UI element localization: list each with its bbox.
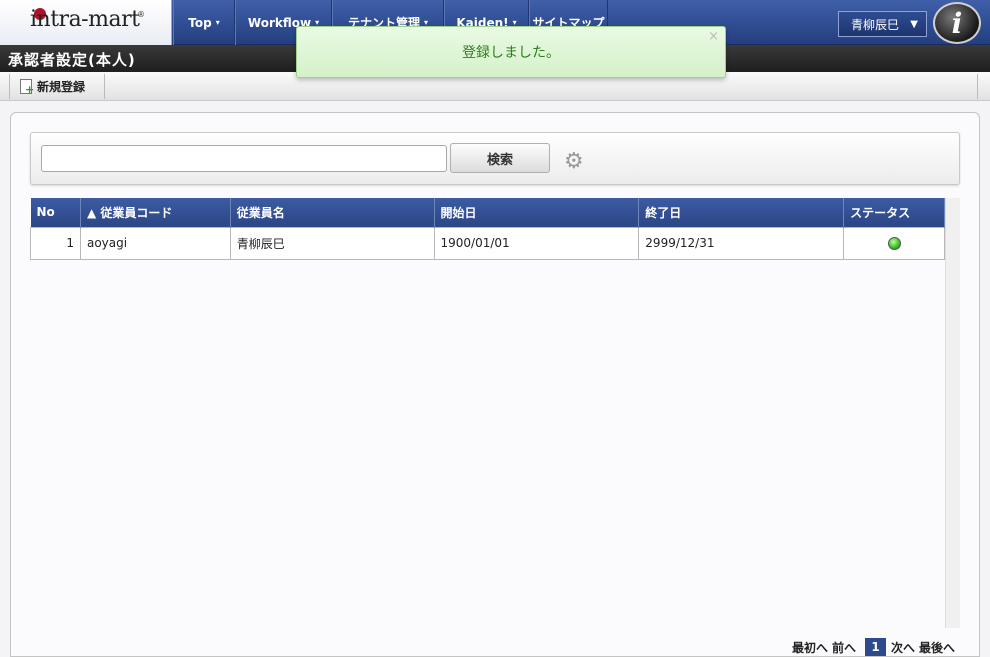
column-header-employee-name[interactable]: 従業員名 — [230, 198, 435, 227]
chevron-down-icon: ▼ — [910, 19, 918, 30]
pager-next-link[interactable]: 次へ — [891, 639, 915, 656]
nav-menu-top-label: Top — [188, 15, 212, 30]
cell-start-date: 1900/01/01 — [433, 226, 640, 260]
user-menu-button[interactable]: 青柳辰巳 ▼ — [838, 11, 927, 37]
table-row[interactable]: 1 aoyagi 青柳辰巳 1900/01/01 2999/12/31 — [30, 226, 945, 260]
cell-employee-code: aoyagi — [79, 226, 231, 260]
column-header-start-date[interactable]: 開始日 — [434, 198, 640, 227]
column-header-employee-code[interactable]: ▲ 従業員コード — [80, 198, 231, 227]
pagination: 最初へ 前へ 1 次へ 最後へ — [792, 638, 959, 656]
cell-no: 1 — [30, 226, 81, 260]
pager-last-link[interactable]: 最後へ — [919, 639, 955, 656]
info-icon[interactable]: i — [933, 2, 981, 44]
user-name: 青柳辰巳 — [851, 17, 900, 32]
search-input[interactable] — [41, 145, 447, 172]
logo[interactable]: intra-mart ® — [0, 0, 172, 45]
search-button[interactable]: 検索 — [450, 143, 550, 173]
logo-registered-mark: ® — [137, 10, 145, 19]
chevron-down-icon: ▾ — [215, 18, 220, 27]
cell-status — [843, 226, 945, 260]
new-registration-button[interactable]: 新規登録 — [13, 74, 105, 99]
status-ok-icon — [887, 237, 901, 250]
table-scrollbar[interactable] — [945, 198, 960, 628]
new-registration-label: 新規登録 — [37, 80, 86, 94]
column-header-no[interactable]: No — [30, 198, 81, 227]
column-header-status[interactable]: ステータス — [843, 198, 945, 227]
cell-end-date: 2999/12/31 — [638, 226, 845, 260]
pager-prev-link[interactable]: 前へ — [832, 639, 856, 656]
content-panel — [10, 112, 980, 657]
pager-current-page: 1 — [865, 638, 887, 656]
nav-menu-top[interactable]: Top ▾ — [173, 0, 235, 45]
column-header-end-date[interactable]: 終了日 — [638, 198, 845, 227]
success-toast: 登録しました。 × — [296, 26, 726, 78]
cell-employee-name: 青柳辰巳 — [229, 226, 435, 260]
gear-icon[interactable]: ⚙ — [564, 151, 586, 173]
toolbar-divider — [9, 74, 10, 99]
close-icon[interactable]: × — [708, 29, 719, 44]
toast-message: 登録しました。 — [462, 45, 560, 61]
page-title: 承認者設定(本人) — [8, 51, 136, 69]
logo-text: intra-mart — [30, 7, 140, 32]
approver-table: No ▲ 従業員コード 従業員名 開始日 終了日 ステータス 1 aoyagi … — [30, 198, 945, 260]
new-document-icon — [20, 79, 34, 96]
pager-first-link[interactable]: 最初へ — [792, 639, 828, 656]
table-header-row: No ▲ 従業員コード 従業員名 開始日 終了日 ステータス — [30, 198, 945, 227]
toolbar-divider — [977, 74, 978, 99]
